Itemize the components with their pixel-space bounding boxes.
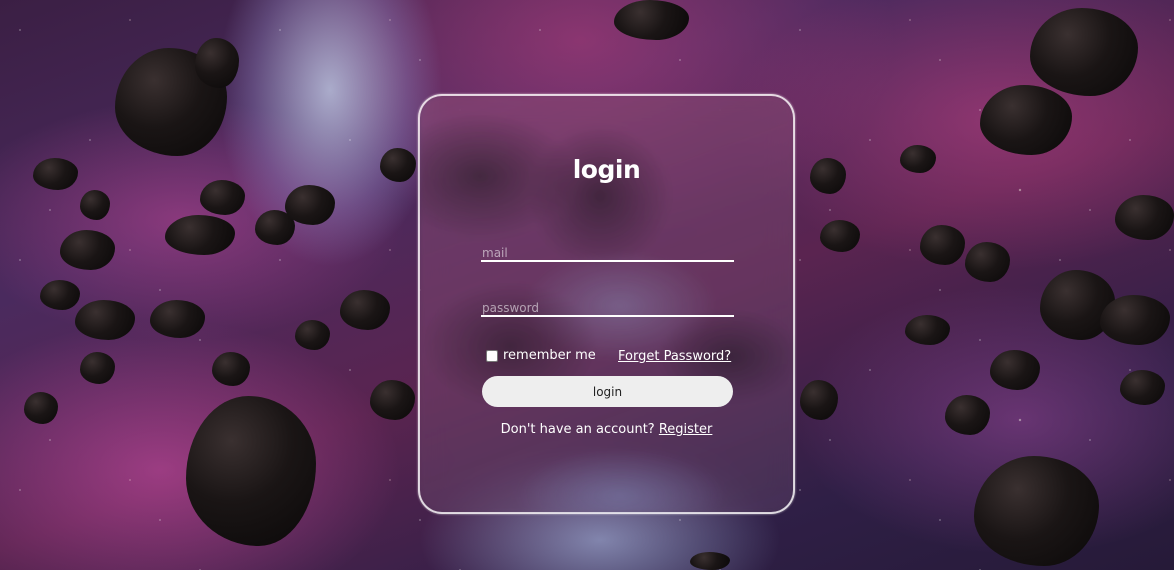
asteroid <box>212 352 250 386</box>
asteroid <box>1120 370 1165 405</box>
asteroid <box>974 456 1099 566</box>
asteroid <box>690 552 730 570</box>
asteroid <box>195 38 239 88</box>
mail-field <box>481 242 734 262</box>
asteroid <box>80 190 110 220</box>
password-input[interactable] <box>481 299 734 317</box>
register-link[interactable]: Register <box>659 422 713 437</box>
asteroid <box>150 300 205 338</box>
asteroid <box>186 396 316 546</box>
asteroid <box>340 290 390 330</box>
remember-me[interactable]: remember me <box>486 348 596 363</box>
asteroid <box>165 215 235 255</box>
asteroid <box>965 242 1010 282</box>
asteroid <box>1115 195 1174 240</box>
password-field <box>481 297 734 317</box>
register-prompt: Don't have an account? Register <box>420 422 793 437</box>
asteroid <box>370 380 415 420</box>
asteroid <box>820 220 860 252</box>
asteroid <box>980 85 1072 155</box>
remember-label: remember me <box>503 348 596 363</box>
login-card: login remember me Forget Password? login… <box>418 94 795 514</box>
asteroid <box>200 180 245 215</box>
asteroid <box>945 395 990 435</box>
remember-checkbox[interactable] <box>486 349 498 362</box>
asteroid <box>920 225 965 265</box>
asteroid <box>380 148 416 182</box>
asteroid <box>33 158 78 190</box>
asteroid <box>614 0 689 40</box>
login-title: login <box>572 155 641 184</box>
asteroid <box>900 145 936 173</box>
register-prompt-text: Don't have an account? <box>500 422 655 437</box>
asteroid <box>810 158 846 194</box>
asteroid <box>60 230 115 270</box>
asteroid <box>40 280 80 310</box>
forget-password-link[interactable]: Forget Password? <box>618 349 731 364</box>
asteroid <box>285 185 335 225</box>
mail-input[interactable] <box>481 244 734 262</box>
asteroid <box>800 380 838 420</box>
asteroid <box>75 300 135 340</box>
asteroid <box>1100 295 1170 345</box>
asteroid <box>990 350 1040 390</box>
asteroid <box>1030 8 1138 96</box>
asteroid <box>24 392 58 424</box>
login-button[interactable]: login <box>482 376 733 407</box>
asteroid <box>905 315 950 345</box>
asteroid <box>295 320 330 350</box>
asteroid <box>80 352 115 384</box>
